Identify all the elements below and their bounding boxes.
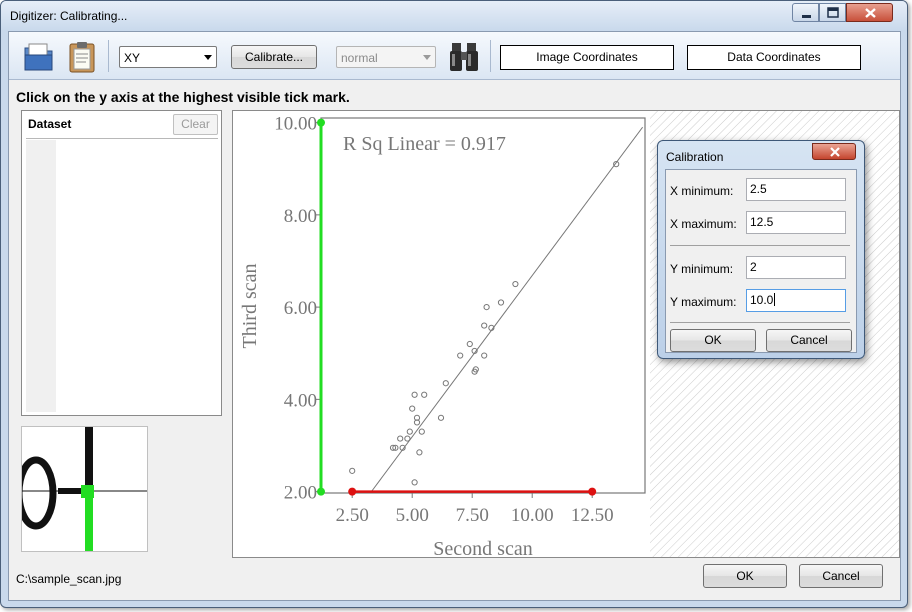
zoom-preview <box>21 426 148 552</box>
window-title: Digitizer: Calibrating... <box>10 9 128 23</box>
x-tick-label: 12.50 <box>571 505 614 526</box>
cancel-button[interactable]: Cancel <box>799 564 883 588</box>
binoculars-icon[interactable] <box>449 40 479 74</box>
close-icon <box>865 8 876 18</box>
dialog-close-button[interactable] <box>812 143 856 160</box>
x-calibration-point[interactable] <box>588 487 597 496</box>
x-min-label: X minimum: <box>670 184 734 198</box>
dataset-list-gutter <box>26 140 56 412</box>
maximize-button[interactable] <box>819 3 846 22</box>
close-icon <box>830 147 840 157</box>
dialog-cancel-button[interactable]: Cancel <box>766 329 852 352</box>
dataset-divider <box>26 138 218 139</box>
cancel-button-label: Cancel <box>822 569 860 583</box>
dialog-separator <box>670 322 850 323</box>
title-bar[interactable]: Digitizer: Calibrating... <box>1 1 907 31</box>
ok-button[interactable]: OK <box>703 564 787 588</box>
dialog-cancel-label: Cancel <box>790 333 828 347</box>
y-tick-label: 4.00 <box>284 390 317 411</box>
status-file-path: C:\sample_scan.jpg <box>16 572 122 586</box>
x-tick-label: 7.50 <box>456 505 489 526</box>
y-calibration-point[interactable] <box>317 118 325 127</box>
chevron-down-icon <box>423 55 431 60</box>
y-tick-label: 10.00 <box>274 114 317 135</box>
ok-button-label: OK <box>736 569 754 583</box>
instruction-text: Click on the y axis at the highest visib… <box>16 89 350 105</box>
calibrate-button-label: Calibrate... <box>244 50 304 64</box>
text-caret <box>774 293 776 306</box>
chevron-down-icon <box>204 55 212 60</box>
zoom-preview-image <box>22 427 147 551</box>
dataset-title: Dataset <box>28 117 72 131</box>
dialog-separator <box>670 245 850 246</box>
y-max-value: 10.0 <box>750 293 774 307</box>
close-window-button[interactable] <box>846 3 893 22</box>
x-min-value: 2.5 <box>750 182 767 196</box>
mode-select[interactable]: XY <box>119 46 217 68</box>
minimize-icon <box>802 15 811 18</box>
dialog-ok-label: OK <box>704 333 722 347</box>
dataset-panel: Dataset Clear <box>21 110 222 416</box>
y-tick-label: 6.00 <box>284 298 317 319</box>
x-max-label: X maximum: <box>670 217 737 231</box>
maximize-icon <box>827 7 839 18</box>
x-tick-label: 5.00 <box>396 505 429 526</box>
x-max-input[interactable]: 12.5 <box>746 211 846 234</box>
dialog-body: X minimum: 2.5 X maximum: 12.5 Y minimum… <box>665 169 857 353</box>
y-calibration-point[interactable] <box>317 487 325 496</box>
y-min-value: 2 <box>750 260 757 274</box>
mode-select-value: XY <box>124 51 141 65</box>
x-calibration-point[interactable] <box>348 487 357 496</box>
dialog-title: Calibration <box>666 150 724 164</box>
y-min-input[interactable]: 2 <box>746 256 846 279</box>
minimize-button[interactable] <box>792 3 819 22</box>
toolbar: XY Calibrate... normal Image Coordinates… <box>9 32 900 80</box>
y-max-input[interactable]: 10.0 <box>746 289 846 312</box>
y-tick-label: 8.00 <box>284 206 317 227</box>
calibrate-button[interactable]: Calibrate... <box>231 45 317 69</box>
y-max-label: Y maximum: <box>670 295 737 309</box>
toolbar-separator <box>108 40 109 72</box>
style-select: normal <box>336 46 436 68</box>
data-coordinates-box: Data Coordinates <box>687 45 861 70</box>
r-squared-annotation: R Sq Linear = 0.917 <box>343 133 506 155</box>
clipboard-icon[interactable] <box>65 40 99 74</box>
y-tick-label: 2.00 <box>284 483 317 504</box>
calibration-dialog: Calibration X minimum: 2.5 X maximum: 12… <box>657 140 865 359</box>
toolbar-separator <box>490 40 491 72</box>
y-min-label: Y minimum: <box>670 262 734 276</box>
x-min-input[interactable]: 2.5 <box>746 178 846 201</box>
y-axis-label: Third scan <box>239 264 261 349</box>
clear-button[interactable]: Clear <box>173 114 218 135</box>
x-axis-label: Second scan <box>433 538 532 558</box>
image-coordinates-box: Image Coordinates <box>500 45 674 70</box>
dialog-ok-button[interactable]: OK <box>670 329 756 352</box>
open-folder-icon[interactable] <box>22 40 56 74</box>
x-max-value: 12.5 <box>750 215 774 229</box>
x-tick-label: 10.00 <box>511 505 554 526</box>
style-select-value: normal <box>341 51 378 65</box>
x-tick-label: 2.50 <box>336 505 369 526</box>
